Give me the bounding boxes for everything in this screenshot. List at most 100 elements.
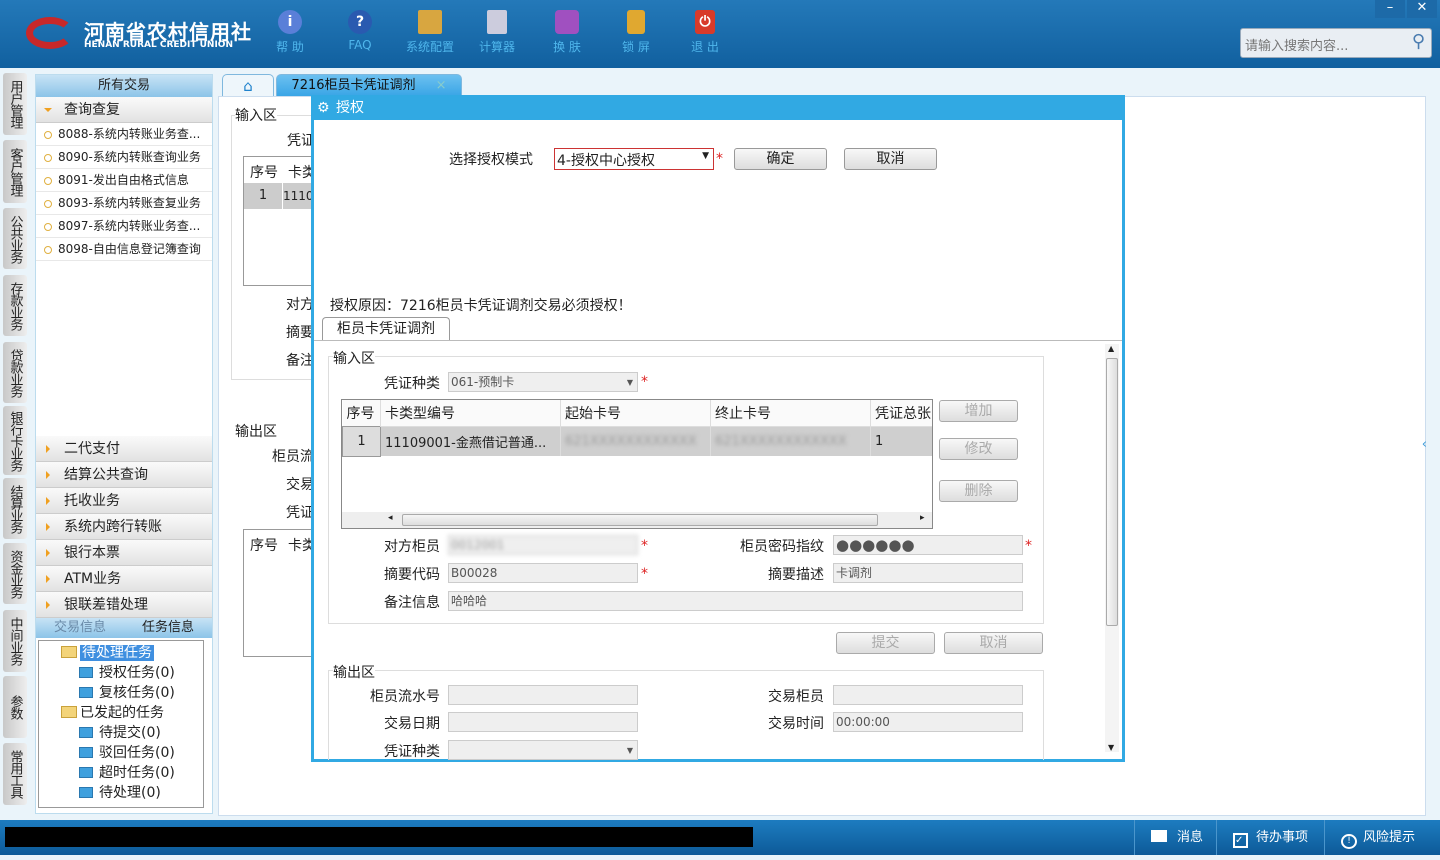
table-row[interactable]: 1 11109001-金燕借记普通... 621XXXXXXXXXXXX 621… bbox=[342, 425, 932, 457]
menu-item[interactable]: 8090-系统内转账查询业务 bbox=[36, 146, 212, 169]
remark-input[interactable]: 哈哈哈 bbox=[448, 591, 1023, 611]
lock-screen-button[interactable]: 锁 屏 bbox=[606, 8, 666, 55]
todo-button[interactable]: ✓ 待办事项 bbox=[1216, 820, 1324, 855]
vtab-loan[interactable]: 贷款业务 bbox=[3, 342, 27, 403]
category-item[interactable]: 系统内跨行转账 bbox=[36, 514, 212, 540]
category-item[interactable]: 结算公共查询 bbox=[36, 462, 212, 488]
exit-button[interactable]: ⏻ 退 出 bbox=[675, 8, 735, 55]
vtab-public-business[interactable]: 公共业务 bbox=[3, 208, 27, 269]
scroll-thumb[interactable] bbox=[402, 514, 878, 526]
column-header[interactable]: 起始卡号 bbox=[560, 400, 711, 426]
scroll-up-icon[interactable]: ▲ bbox=[1108, 344, 1114, 353]
modify-button[interactable]: 修改 bbox=[939, 438, 1018, 460]
scroll-left-icon[interactable]: ◂ bbox=[388, 513, 393, 523]
category-item[interactable]: 银行本票 bbox=[36, 540, 212, 566]
tab-voucher-adjust[interactable]: 柜员卡凭证调剂 bbox=[322, 317, 450, 341]
category-item[interactable]: 银联差错处理 bbox=[36, 592, 212, 618]
messages-button[interactable]: 消息 bbox=[1134, 820, 1216, 855]
vertical-scrollbar[interactable]: ▲ ▼ bbox=[1105, 344, 1119, 752]
category-item[interactable]: ATM业务 bbox=[36, 566, 212, 592]
auth-mode-label: 选择授权模式 bbox=[449, 152, 533, 168]
column-header[interactable]: 凭证总张 bbox=[870, 400, 932, 426]
risk-alert-button[interactable]: ! 风险提示 bbox=[1324, 820, 1440, 855]
tree-node-initiated[interactable]: 已发起的任务 bbox=[61, 703, 203, 723]
vtab-parameters[interactable]: 参数 bbox=[3, 676, 27, 738]
vtab-funds[interactable]: 资金业务 bbox=[3, 543, 27, 604]
skin-button[interactable]: 换 肤 bbox=[537, 8, 597, 55]
tab-home[interactable]: ⌂ bbox=[222, 74, 274, 96]
scroll-down-icon[interactable]: ▼ bbox=[1108, 743, 1114, 752]
scroll-right-icon[interactable]: ▸ bbox=[920, 513, 925, 523]
horizontal-scrollbar[interactable]: ◂ ▸ bbox=[342, 512, 932, 528]
column-header[interactable]: 卡类型编号 bbox=[380, 400, 561, 426]
search-input[interactable]: 请输入搜索内容... ⚲ bbox=[1240, 28, 1432, 58]
submit-button[interactable]: 提交 bbox=[836, 632, 935, 654]
menu-item[interactable]: 8091-发出自由格式信息 bbox=[36, 169, 212, 192]
category-item[interactable]: 托收业务 bbox=[36, 488, 212, 514]
menu-item[interactable]: 8088-系统内转账业务查... bbox=[36, 123, 212, 146]
vtab-intermediary[interactable]: 中间业务 bbox=[3, 610, 27, 672]
vtab-customer-management[interactable]: 客户管理 bbox=[3, 140, 27, 203]
category-item[interactable]: 二代支付 bbox=[36, 436, 212, 462]
tree-node[interactable]: 待处理(0) bbox=[61, 783, 203, 803]
vtab-user-management[interactable]: 用户管理 bbox=[3, 73, 27, 135]
date-input[interactable] bbox=[448, 712, 638, 732]
cancel-button[interactable]: 取消 bbox=[844, 148, 937, 170]
vtab-deposit[interactable]: 存款业务 bbox=[3, 275, 27, 336]
minimize-button[interactable]: – bbox=[1375, 0, 1405, 18]
tab-transaction-info[interactable]: 交易信息 bbox=[36, 618, 124, 638]
summary-code-input[interactable]: B00028 bbox=[448, 563, 638, 583]
vtab-common-tools[interactable]: 常用工具 bbox=[3, 743, 27, 805]
exit-label: 退 出 bbox=[691, 40, 719, 54]
date-label: 交易日期 bbox=[384, 716, 440, 732]
time-input[interactable]: 00:00:00 bbox=[833, 712, 1023, 732]
alert-icon: ! bbox=[1341, 834, 1357, 849]
summary-desc-label: 摘要描述 bbox=[768, 567, 824, 583]
menu-item[interactable]: 8093-系统内转账查复业务 bbox=[36, 192, 212, 215]
counter-teller-input[interactable]: 0012001 bbox=[448, 535, 638, 555]
close-window-button[interactable]: ✕ bbox=[1407, 0, 1437, 18]
tree-node[interactable]: 复核任务(0) bbox=[61, 683, 203, 703]
menu-item[interactable]: 8098-自由信息登记簿查询 bbox=[36, 238, 212, 261]
close-tab-icon[interactable]: × bbox=[436, 78, 447, 93]
faq-button[interactable]: ? FAQ bbox=[330, 8, 390, 52]
calculator-button[interactable]: 计算器 bbox=[467, 8, 527, 55]
vtab-settlement[interactable]: 结算业务 bbox=[3, 478, 27, 539]
vtab-bank-card[interactable]: 银行卡业务 bbox=[3, 406, 27, 475]
category-query[interactable]: 查询查复 bbox=[36, 97, 212, 123]
tree-node[interactable]: 超时任务(0) bbox=[61, 763, 203, 783]
tree-node[interactable]: 待提交(0) bbox=[61, 723, 203, 743]
tree-node[interactable]: 授权任务(0) bbox=[61, 663, 203, 683]
add-button[interactable]: 增加 bbox=[939, 400, 1018, 422]
search-icon[interactable]: ⚲ bbox=[1412, 31, 1425, 52]
column-header[interactable]: 序号 bbox=[342, 400, 381, 426]
voucher-type-select[interactable]: 061-预制卡 ▼ bbox=[448, 372, 638, 392]
bg-output-label: 输出区 bbox=[235, 424, 277, 440]
bg-label: 序号 bbox=[250, 538, 278, 554]
menu-item[interactable]: 8097-系统内转账业务查... bbox=[36, 215, 212, 238]
cancel-form-button[interactable]: 取消 bbox=[944, 632, 1043, 654]
bg-label: 凭证 bbox=[286, 505, 314, 521]
logo-subtitle: HENAN RURAL CREDIT UNION bbox=[84, 40, 233, 50]
scroll-thumb[interactable] bbox=[1106, 358, 1118, 626]
tree-label: 已发起的任务 bbox=[80, 705, 164, 721]
tree-tabs: 交易信息 任务信息 bbox=[36, 618, 212, 638]
confirm-button[interactable]: 确定 bbox=[734, 148, 827, 170]
counter-teller-label: 对方柜员 bbox=[384, 539, 440, 555]
voucher-type-output-select[interactable]: ▼ bbox=[448, 740, 638, 760]
trade-teller-input[interactable] bbox=[833, 685, 1023, 705]
collapse-handle-icon[interactable]: ‹ bbox=[1422, 437, 1427, 452]
serial-input[interactable] bbox=[448, 685, 638, 705]
system-config-button[interactable]: 系统配置 bbox=[400, 8, 460, 55]
password-input[interactable]: ●●●●●● bbox=[833, 535, 1023, 555]
auth-mode-select[interactable]: 4-授权中心授权 ▼ bbox=[554, 148, 714, 170]
tree-node[interactable]: 驳回任务(0) bbox=[61, 743, 203, 763]
delete-button[interactable]: 删除 bbox=[939, 480, 1018, 502]
tree-node-pending[interactable]: 待处理任务 bbox=[61, 643, 203, 663]
summary-desc-input[interactable]: 卡调剂 bbox=[833, 563, 1023, 583]
column-header[interactable]: 终止卡号 bbox=[710, 400, 871, 426]
bg-label: 对方 bbox=[286, 297, 314, 313]
help-button[interactable]: i 帮 助 bbox=[260, 8, 320, 55]
tab-task-info[interactable]: 任务信息 bbox=[124, 618, 212, 638]
tab-7216[interactable]: 7216柜员卡凭证调剂 × bbox=[276, 74, 462, 96]
